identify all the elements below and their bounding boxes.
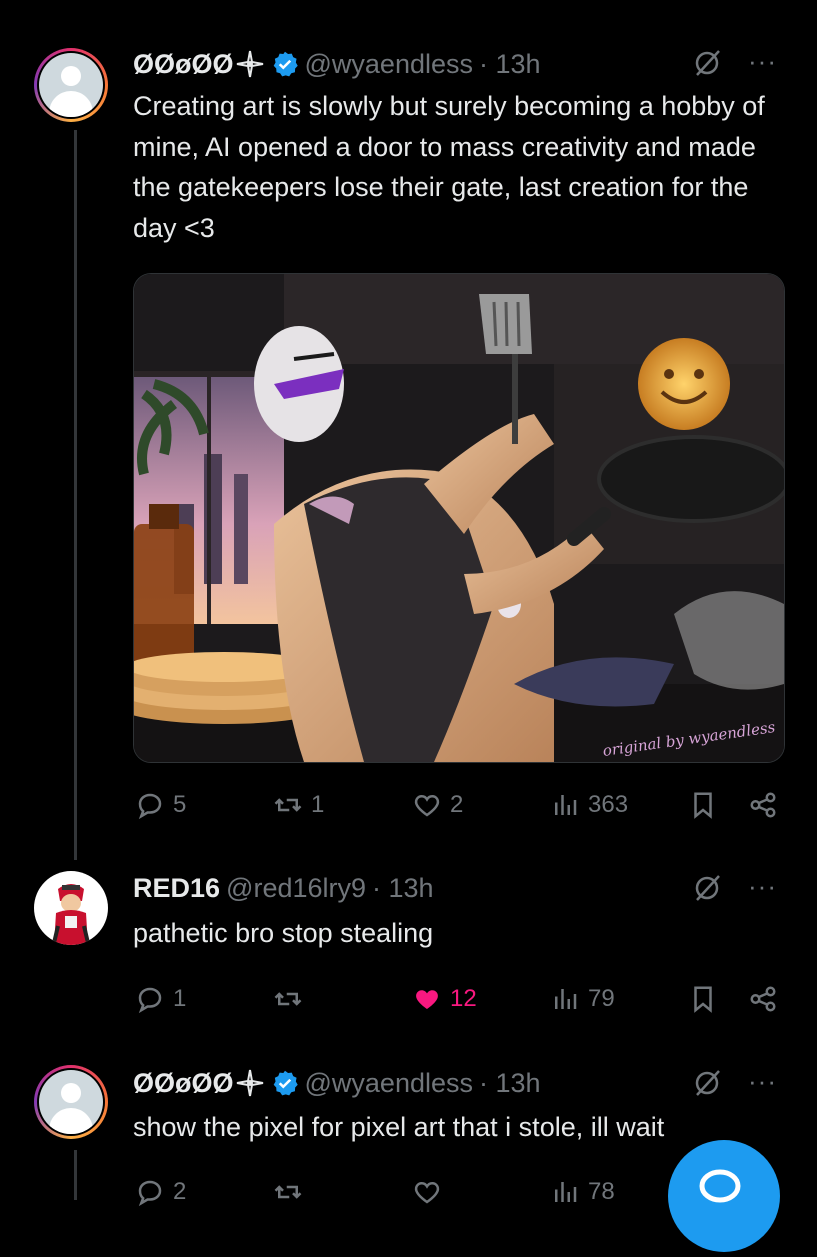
display-name[interactable]: ØØøØØ xyxy=(133,49,234,80)
thread-line-2 xyxy=(74,1150,77,1200)
reply-count: 5 xyxy=(173,791,187,818)
post-image[interactable]: original by wyaendless xyxy=(133,273,785,763)
red-character-avatar-icon xyxy=(52,884,90,945)
more-options-icon[interactable]: ··· xyxy=(748,1066,777,1097)
verified-badge-icon xyxy=(273,1070,298,1096)
handle[interactable]: @wyaendless xyxy=(305,49,474,80)
view-count: 363 xyxy=(588,791,629,818)
repost-button[interactable] xyxy=(273,982,303,1016)
avatar[interactable] xyxy=(34,871,108,945)
reply-count: 2 xyxy=(173,1178,187,1205)
post-text: Creating art is slowly but surely becomi… xyxy=(133,91,765,243)
4-pointed-star-emoji-icon xyxy=(236,50,263,78)
like-count: 2 xyxy=(450,791,464,818)
like-count: 12 xyxy=(450,985,477,1012)
share-button[interactable] xyxy=(748,982,778,1016)
repost-button[interactable]: 1 xyxy=(273,788,324,822)
post-header: ØØøØØ @wyaendless · 13h xyxy=(133,1066,541,1100)
handle[interactable]: @wyaendless xyxy=(305,1068,474,1099)
reply-icon xyxy=(138,1180,162,1207)
reply-count: 1 xyxy=(173,985,187,1012)
bookmark-button[interactable] xyxy=(688,788,718,822)
repost-count: 1 xyxy=(311,791,325,818)
view-count: 78 xyxy=(588,1178,615,1205)
grok-icon[interactable] xyxy=(692,48,722,78)
4-pointed-star-emoji-icon xyxy=(236,1069,263,1097)
repost-icon xyxy=(274,1185,302,1199)
timestamp[interactable]: · 13h xyxy=(479,1068,541,1099)
share-icon xyxy=(750,986,776,1012)
verified-badge-icon xyxy=(273,51,298,77)
repost-icon xyxy=(274,798,302,812)
display-name[interactable]: RED16 xyxy=(133,873,220,904)
post-header: ØØøØØ @wyaendless · 13h xyxy=(133,47,541,81)
reply-button[interactable]: 1 xyxy=(135,982,186,1016)
views-button[interactable]: 363 xyxy=(550,788,628,822)
thread-line-1 xyxy=(74,130,77,860)
avatar[interactable] xyxy=(34,48,108,122)
compose-button[interactable] xyxy=(668,1140,780,1252)
repost-button[interactable] xyxy=(273,1175,303,1209)
heart-icon xyxy=(414,794,440,817)
display-name[interactable]: ØØøØØ xyxy=(133,1068,234,1099)
timestamp[interactable]: · 13h xyxy=(479,49,541,80)
reply-icon xyxy=(138,793,162,820)
more-options-icon[interactable]: ··· xyxy=(748,871,777,902)
bookmark-icon xyxy=(694,986,712,1013)
share-icon xyxy=(750,792,776,818)
share-button[interactable] xyxy=(748,788,778,822)
views-button[interactable]: 79 xyxy=(550,982,615,1016)
post-header: RED16 @red16lry9 · 13h xyxy=(133,871,434,905)
handle[interactable]: @red16lry9 xyxy=(226,873,366,904)
bookmark-icon xyxy=(694,792,712,819)
views-button[interactable]: 78 xyxy=(550,1175,615,1209)
timestamp[interactable]: · 13h xyxy=(372,873,434,904)
analytics-icon xyxy=(555,795,577,815)
more-options-icon[interactable]: ··· xyxy=(748,46,777,77)
repost-icon xyxy=(274,992,302,1006)
like-button[interactable]: 12 xyxy=(412,982,477,1016)
heart-filled-icon xyxy=(416,990,438,1009)
grok-icon[interactable] xyxy=(692,873,722,903)
like-button[interactable] xyxy=(412,1175,442,1209)
avatar[interactable] xyxy=(34,1065,108,1139)
reply-compose-icon xyxy=(699,1169,741,1203)
view-count: 79 xyxy=(588,985,615,1012)
reply-button[interactable]: 2 xyxy=(135,1175,186,1209)
reply-icon xyxy=(138,987,162,1014)
grok-icon[interactable] xyxy=(692,1068,722,1098)
heart-icon xyxy=(414,1181,440,1204)
like-button[interactable]: 2 xyxy=(412,788,463,822)
kitchen-chef-artwork xyxy=(134,274,784,762)
bookmark-button[interactable] xyxy=(688,982,718,1016)
analytics-icon xyxy=(555,1182,577,1202)
reply-button[interactable]: 5 xyxy=(135,788,186,822)
analytics-icon xyxy=(555,989,577,1009)
post-text: pathetic bro stop stealing xyxy=(133,918,434,948)
